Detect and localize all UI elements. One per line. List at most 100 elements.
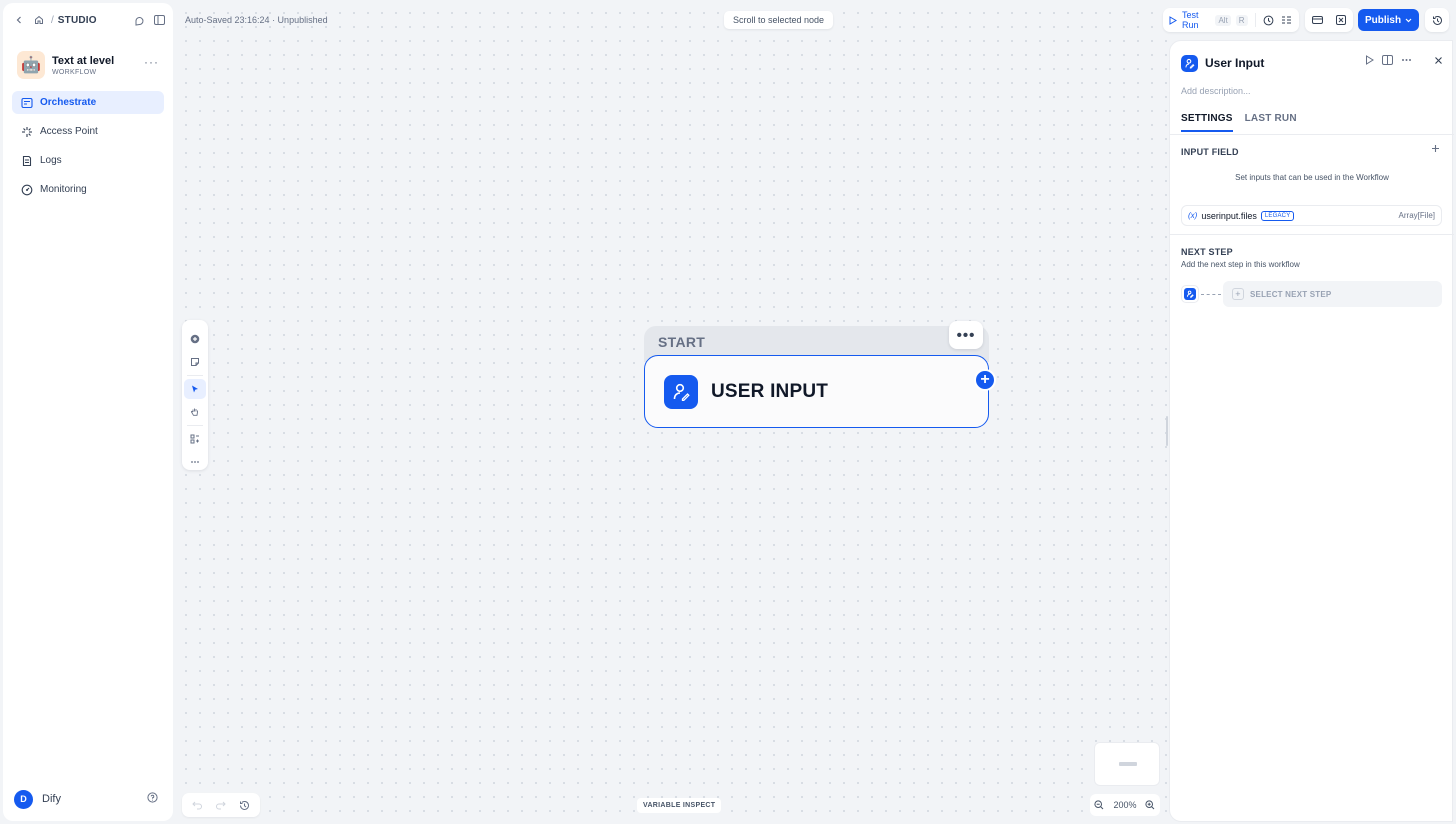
shortcut-key: Alt [1215,14,1231,26]
test-run-group: Test Run Alt R [1163,8,1299,32]
run-node-icon[interactable] [1365,55,1374,65]
add-input-icon[interactable] [1431,144,1440,153]
sidebar-toggle-icon[interactable] [151,12,167,28]
environment-variables-icon[interactable] [1309,12,1325,28]
zoom-in-icon[interactable] [1145,800,1155,810]
user-input-icon [664,374,698,409]
select-next-step-button[interactable]: + SELECT NEXT STEP [1223,281,1442,307]
sidebar-item-label: Logs [40,155,62,166]
autosave-status: Auto-Saved 23:16:24 · Unpublished [185,15,328,25]
add-note-icon[interactable] [184,352,206,372]
app-more-icon[interactable]: ··· [144,55,159,69]
sidebar-item-label: Monitoring [40,184,87,195]
test-run-button[interactable]: Test Run [1182,10,1210,30]
add-next-node-icon[interactable]: + [974,369,996,391]
back-chevron-icon[interactable] [11,12,27,28]
minimap[interactable] [1094,742,1160,786]
conversation-variables-icon[interactable] [1333,12,1349,28]
panel-more-icon[interactable] [1401,58,1412,62]
panel-title[interactable]: User Input [1205,56,1264,70]
play-icon [1169,15,1177,25]
user-input-node[interactable]: START USER INPUT ••• + [644,321,996,428]
workflow-app: / STUDIO 🤖 Text at level WORKFLOW ··· Or… [0,0,1456,824]
home-icon[interactable] [31,12,47,28]
scroll-to-selected-button[interactable]: Scroll to selected node [724,11,834,29]
panel-tabs: SETTINGS LAST RUN [1181,113,1297,132]
history-icon[interactable] [239,800,250,811]
zoom-out-icon[interactable] [1094,800,1104,810]
version-history-icon [1432,15,1442,25]
sidebar-item-orchestrate[interactable]: Orchestrate [12,91,164,114]
app-emoji-icon: 🤖 [17,51,45,79]
checklist-icon[interactable] [1280,12,1293,28]
panel-header: User Input [1181,54,1443,72]
node-group-label: START [658,334,706,350]
run-history-icon[interactable] [1262,12,1275,28]
sidebar-nav: Orchestrate Access Point Logs Monitoring [12,91,164,207]
description-input[interactable]: Add description... [1181,86,1251,96]
account-section[interactable]: D Dify [14,789,164,809]
node-body[interactable]: USER INPUT [644,355,989,428]
breadcrumb-studio[interactable]: STUDIO [58,15,97,26]
next-step-row: + SELECT NEXT STEP [1181,281,1442,307]
organize-blocks-icon[interactable] [184,429,206,449]
tab-settings[interactable]: SETTINGS [1181,113,1233,132]
sidebar-item-label: Access Point [40,126,98,137]
undo-icon[interactable] [192,800,203,810]
sidebar-item-label: Orchestrate [40,97,97,108]
breadcrumb-separator: / [51,14,54,26]
variable-name: userinput.files [1201,210,1257,221]
app-card[interactable]: 🤖 Text at level WORKFLOW ··· [17,49,167,81]
workflow-canvas[interactable]: Auto-Saved 23:16:24 · Unpublished Scroll… [175,0,1168,824]
avatar[interactable]: D [14,789,33,809]
logs-icon [22,155,32,166]
sidebar-item-logs[interactable]: Logs [12,149,164,172]
input-field-title: INPUT FIELD [1181,147,1239,157]
help-icon[interactable] [147,792,158,803]
close-icon[interactable] [1434,56,1443,65]
tab-last-run[interactable]: LAST RUN [1245,113,1297,132]
version-history-button[interactable] [1425,8,1449,32]
next-step-title: NEXT STEP [1181,247,1233,257]
publish-label: Publish [1364,14,1402,26]
divider [1254,13,1256,27]
canvas-toolbar [182,320,208,470]
panel-resize-handle[interactable] [1166,416,1168,446]
sidebar-item-access-point[interactable]: Access Point [12,120,164,143]
connector-line [1201,293,1221,295]
chat-icon[interactable] [131,12,147,28]
legacy-badge: LEGACY [1260,210,1295,221]
input-field-hint: Set inputs that can be used in the Workf… [1235,173,1389,182]
sidebar-header: / STUDIO [11,13,167,27]
node-settings-panel: User Input Add description... SETTINGS L… [1169,40,1454,822]
node-more-icon[interactable]: ••• [949,321,983,349]
add-node-icon[interactable] [184,329,206,349]
more-options-icon[interactable] [184,452,206,472]
select-next-step-label: SELECT NEXT STEP [1250,289,1332,299]
sidebar: / STUDIO 🤖 Text at level WORKFLOW ··· Or… [3,3,173,821]
minimap-node [1119,762,1137,766]
next-step-subtitle: Add the next step in this workflow [1181,260,1300,269]
panel-layout-icon[interactable] [1382,55,1393,65]
zoom-controls: 200% [1090,794,1160,816]
toolbar-divider [187,375,203,376]
zoom-level[interactable]: 200% [1113,800,1136,810]
publish-button[interactable]: Publish [1358,9,1419,31]
app-type: WORKFLOW [52,68,97,76]
node-title: USER INPUT [711,380,829,402]
variable-inspect-button[interactable]: VARIABLE INSPECT [637,798,722,813]
redo-icon[interactable] [215,800,227,810]
tools-group [1305,8,1353,32]
variable-icon: (x) [1188,211,1198,220]
plus-icon: + [1232,288,1244,300]
section-divider [1170,234,1454,235]
hand-mode-icon[interactable] [184,402,206,422]
undo-redo-bar [182,793,260,817]
current-node-icon [1181,285,1199,303]
input-variable-row[interactable]: (x) userinput.files LEGACY Array[File] [1181,205,1442,226]
pointer-mode-icon[interactable] [184,379,206,399]
variable-type: Array[File] [1398,211,1435,220]
monitoring-icon [21,184,33,195]
sidebar-item-monitoring[interactable]: Monitoring [12,178,164,201]
tabs-divider [1170,134,1454,135]
